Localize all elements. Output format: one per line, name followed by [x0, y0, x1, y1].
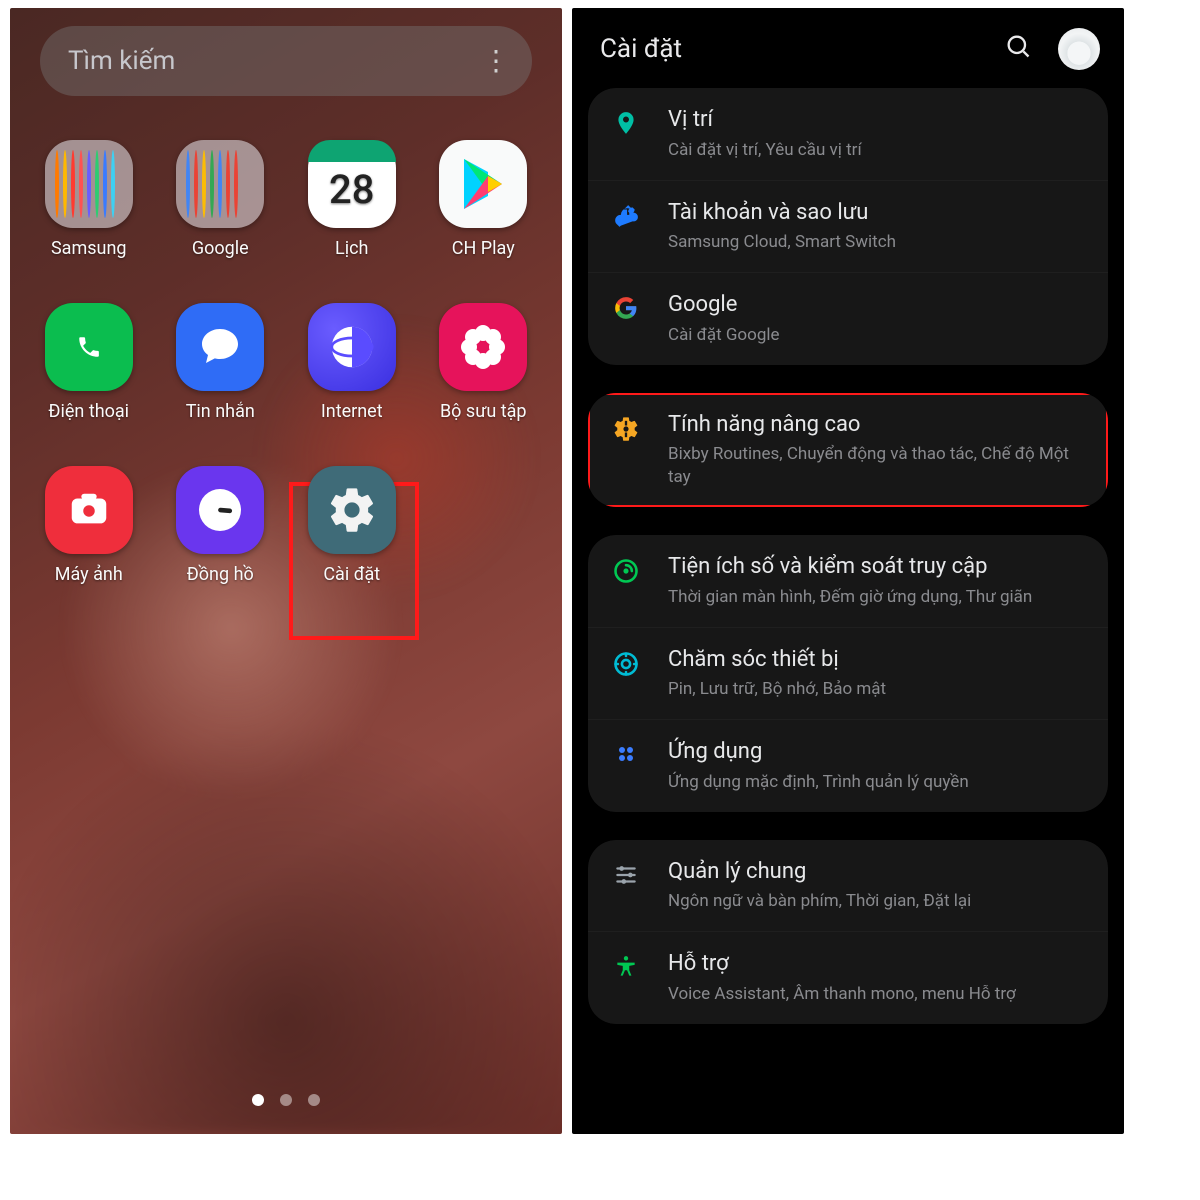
app-label: Cài đặt [323, 564, 380, 585]
general-icon [606, 858, 646, 888]
search-icon[interactable] [1004, 32, 1032, 67]
internet-icon [308, 303, 396, 391]
access-icon [606, 950, 646, 980]
item-title: Vị trí [668, 106, 1088, 135]
app-gallery[interactable]: Bộ sưu tập [427, 303, 541, 422]
app-settings[interactable]: Cài đặt [295, 466, 409, 585]
gallery-icon [439, 303, 527, 391]
settings-group: Quản lý chung Ngôn ngữ và bàn phím, Thời… [588, 840, 1108, 1024]
page-title: Cài đặt [600, 34, 682, 64]
item-subtitle: Thời gian màn hình, Đếm giờ ứng dụng, Th… [668, 586, 1088, 609]
settings-group: Vị trí Cài đặt vị trí, Yêu cầu vị trí Tà… [588, 88, 1108, 365]
app-label: Google [192, 238, 249, 259]
app-label: Lịch [335, 238, 368, 259]
app-clock[interactable]: Đồng hồ [164, 466, 278, 585]
camera-icon [45, 466, 133, 554]
calendar-icon: 28 [308, 140, 396, 228]
app-label: Máy ảnh [55, 564, 123, 585]
item-subtitle: Cài đặt vị trí, Yêu cầu vị trí [668, 139, 1088, 162]
page-dot[interactable] [308, 1094, 320, 1106]
item-title: Tài khoản và sao lưu [668, 199, 1088, 228]
app-folder-samsung[interactable]: Samsung [32, 140, 146, 259]
app-folder-google[interactable]: Google [164, 140, 278, 259]
google-icon [606, 291, 646, 321]
item-title: Tiện ích số và kiểm soát truy cập [668, 553, 1088, 582]
wellbeing-icon [606, 553, 646, 585]
calendar-day: 28 [329, 166, 374, 213]
item-title: Ứng dụng [668, 738, 1088, 767]
page-dot[interactable] [252, 1094, 264, 1106]
app-label: Điện thoại [48, 401, 129, 422]
settings-item-device[interactable]: Chăm sóc thiết bị Pin, Lưu trữ, Bộ nhớ, … [588, 627, 1108, 720]
settings-item-general[interactable]: Quản lý chung Ngôn ngữ và bàn phím, Thời… [588, 840, 1108, 932]
search-placeholder: Tìm kiếm [68, 46, 175, 76]
item-subtitle: Ứng dụng mặc định, Trình quản lý quyền [668, 771, 1088, 794]
item-subtitle: Cài đặt Google [668, 324, 1088, 347]
settings-item-accounts[interactable]: Tài khoản và sao lưu Samsung Cloud, Smar… [588, 180, 1108, 273]
home-screen: Tìm kiếm ⋮ Samsung [10, 8, 562, 1134]
app-label: Bộ sưu tập [440, 401, 527, 422]
page-dot[interactable] [280, 1094, 292, 1106]
item-title: Quản lý chung [668, 858, 1088, 887]
settings-item-location[interactable]: Vị trí Cài đặt vị trí, Yêu cầu vị trí [588, 88, 1108, 180]
item-subtitle: Voice Assistant, Âm thanh mono, menu Hỗ … [668, 983, 1088, 1006]
item-subtitle: Pin, Lưu trữ, Bộ nhớ, Bảo mật [668, 678, 1088, 701]
play-icon [439, 140, 527, 228]
accounts-icon [606, 199, 646, 229]
app-play-store[interactable]: CH Play [427, 140, 541, 259]
app-browser[interactable]: Internet [295, 303, 409, 422]
apps-icon [606, 738, 646, 766]
settings-item-apps[interactable]: Ứng dụng Ứng dụng mặc định, Trình quản l… [588, 719, 1108, 812]
settings-item-access[interactable]: Hỗ trợ Voice Assistant, Âm thanh mono, m… [588, 931, 1108, 1024]
search-bar[interactable]: Tìm kiếm ⋮ [40, 26, 532, 96]
more-icon[interactable]: ⋮ [482, 47, 510, 75]
settings-item-google[interactable]: Google Cài đặt Google [588, 272, 1108, 365]
settings-item-advanced[interactable]: Tính năng nâng cao Bixby Routines, Chuyể… [588, 393, 1108, 507]
item-title: Hỗ trợ [668, 950, 1088, 979]
page-indicator[interactable] [10, 1094, 562, 1106]
profile-avatar[interactable] [1058, 28, 1100, 70]
item-title: Google [668, 291, 1088, 320]
app-label: Đồng hồ [187, 564, 254, 585]
settings-list: Vị trí Cài đặt vị trí, Yêu cầu vị trí Tà… [572, 88, 1124, 1024]
advanced-icon [606, 411, 646, 443]
app-messages[interactable]: Tin nhắn [164, 303, 278, 422]
device-icon [606, 646, 646, 678]
app-grid: Samsung Google [32, 140, 540, 585]
app-label: Tin nhắn [186, 401, 255, 422]
app-label: CH Play [452, 238, 515, 259]
settings-header: Cài đặt [572, 8, 1124, 88]
location-icon [606, 106, 646, 136]
phone-icon [45, 303, 133, 391]
app-camera[interactable]: Máy ảnh [32, 466, 146, 585]
app-calendar[interactable]: 28 Lịch [295, 140, 409, 259]
item-subtitle: Samsung Cloud, Smart Switch [668, 231, 1088, 254]
settings-group: Tính năng nâng cao Bixby Routines, Chuyể… [588, 393, 1108, 507]
item-title: Tính năng nâng cao [668, 411, 1088, 440]
item-subtitle: Bixby Routines, Chuyển động và thao tác,… [668, 443, 1088, 489]
clock-icon [176, 466, 264, 554]
app-label: Samsung [51, 238, 127, 259]
item-title: Chăm sóc thiết bị [668, 646, 1088, 675]
messages-icon [176, 303, 264, 391]
settings-item-wellbeing[interactable]: Tiện ích số và kiểm soát truy cập Thời g… [588, 535, 1108, 627]
settings-group: Tiện ích số và kiểm soát truy cập Thời g… [588, 535, 1108, 812]
settings-icon [308, 466, 396, 554]
folder-icon [45, 140, 133, 228]
folder-icon [176, 140, 264, 228]
app-phone[interactable]: Điện thoại [32, 303, 146, 422]
item-subtitle: Ngôn ngữ và bàn phím, Thời gian, Đặt lại [668, 890, 1088, 913]
app-label: Internet [321, 401, 383, 422]
settings-screen: Cài đặt Vị trí Cài đặt vị trí, Yêu cầu v… [572, 8, 1124, 1134]
